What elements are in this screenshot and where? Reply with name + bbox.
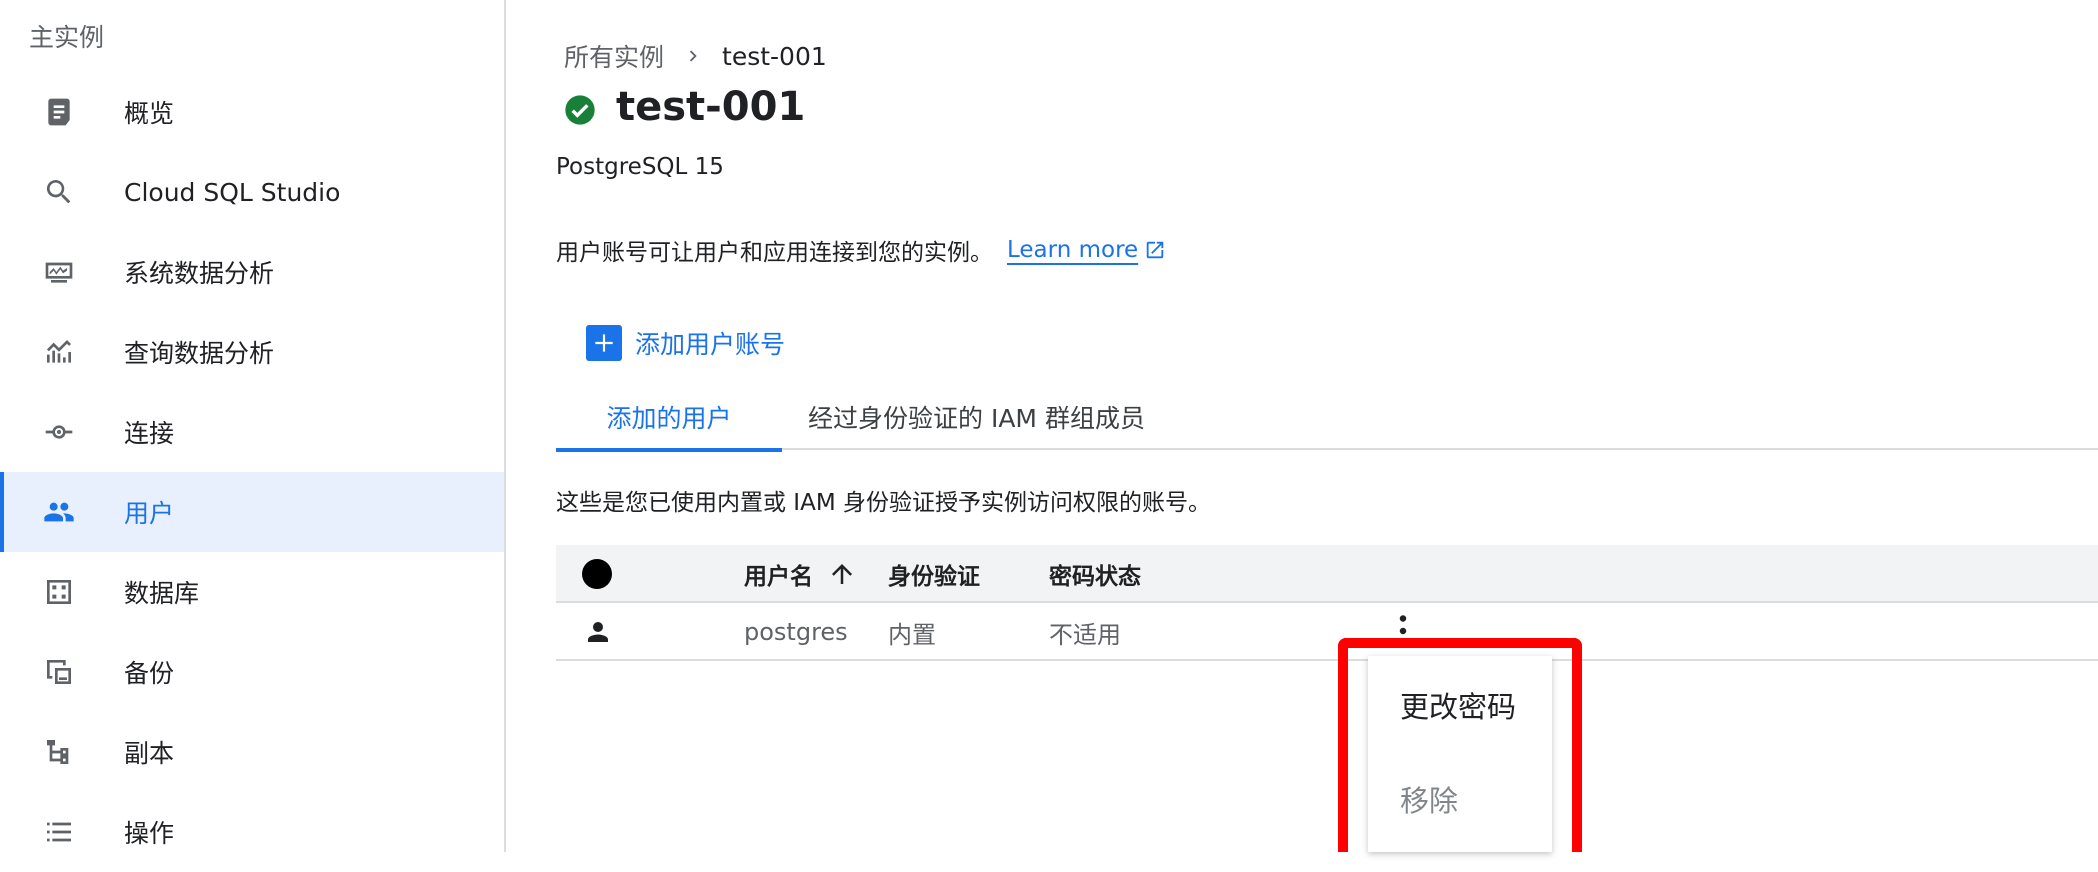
person-icon: [583, 603, 613, 661]
column-header-password-status[interactable]: 密码状态: [1049, 545, 1141, 603]
check-circle-icon: [564, 94, 596, 126]
column-header-auth[interactable]: 身份验证: [888, 545, 980, 603]
connections-icon: [43, 416, 75, 448]
breadcrumb-current: test-001: [722, 42, 827, 71]
menu-item-change-password[interactable]: 更改密码: [1400, 684, 1516, 726]
sidebar-item-label: 概览: [124, 94, 174, 130]
database-version: PostgreSQL 15: [556, 154, 724, 180]
page-title: test-001: [616, 84, 805, 130]
sidebar-item-replicas[interactable]: 副本: [0, 712, 504, 792]
more-vert-icon: [1388, 611, 1418, 651]
sidebar-item-label: 副本: [124, 734, 174, 770]
breadcrumb: 所有实例 test-001: [564, 38, 827, 74]
backups-icon: [43, 656, 75, 688]
sidebar-item-connections[interactable]: 连接: [0, 392, 504, 472]
sidebar-header: 主实例: [29, 18, 104, 54]
sidebar: 主实例 概览 Cloud SQL Studio 系统数据分析 查询数据分析 连接: [0, 0, 506, 852]
sidebar-item-overview[interactable]: 概览: [0, 72, 504, 152]
sidebar-item-system-insights[interactable]: 系统数据分析: [0, 232, 504, 312]
table-header: 用户名 身份验证 密码状态: [556, 545, 2098, 603]
chevron-right-icon: [682, 45, 704, 67]
sidebar-item-label: 数据库: [124, 574, 199, 610]
replicas-icon: [43, 736, 75, 768]
sidebar-item-label: 系统数据分析: [124, 254, 274, 290]
title-row: test-001: [564, 84, 805, 130]
select-indicator: [582, 559, 612, 589]
add-user-account-label: 添加用户账号: [635, 325, 785, 361]
more-actions-button[interactable]: [1388, 611, 1418, 651]
learn-more-link[interactable]: Learn more: [1007, 237, 1166, 263]
arrow-up-icon: [827, 559, 857, 589]
sidebar-item-label: 连接: [124, 414, 174, 450]
column-header-label: 用户名: [744, 557, 813, 591]
intro-text: 用户账号可让用户和应用连接到您的实例。 Learn more: [556, 233, 1166, 267]
overview-icon: [43, 96, 75, 128]
sidebar-item-cloud-sql-studio[interactable]: Cloud SQL Studio: [0, 152, 504, 232]
row-actions-menu: 更改密码 移除: [1368, 656, 1552, 852]
tab-added-users[interactable]: 添加的用户: [556, 384, 782, 450]
sidebar-item-backups[interactable]: 备份: [0, 632, 504, 712]
learn-more-label: Learn more: [1007, 237, 1138, 263]
sidebar-item-label: 用户: [124, 494, 174, 530]
sidebar-item-users[interactable]: 用户: [0, 472, 504, 552]
sidebar-item-label: 操作: [124, 814, 174, 850]
sidebar-item-databases[interactable]: 数据库: [0, 552, 504, 632]
operations-icon: [43, 816, 75, 848]
table-description: 这些是您已使用内置或 IAM 身份验证授予实例访问权限的账号。: [556, 483, 1211, 517]
sidebar-item-label: 查询数据分析: [124, 334, 274, 370]
users-icon: [43, 496, 75, 528]
sidebar-item-operations[interactable]: 操作: [0, 792, 504, 872]
sidebar-item-query-insights[interactable]: 查询数据分析: [0, 312, 504, 392]
cell-auth: 内置: [888, 603, 936, 661]
system-insights-icon: [43, 256, 75, 288]
databases-icon: [43, 576, 75, 608]
select-all-checkbox[interactable]: [582, 545, 612, 603]
query-insights-icon: [43, 336, 75, 368]
cell-password-status: 不适用: [1049, 603, 1121, 661]
sidebar-item-label: Cloud SQL Studio: [124, 178, 340, 207]
breadcrumb-all-instances[interactable]: 所有实例: [564, 38, 664, 74]
table-row: postgres 内置 不适用: [556, 603, 2098, 661]
menu-item-remove[interactable]: 移除: [1400, 778, 1458, 820]
tab-iam-group-members[interactable]: 经过身份验证的 IAM 群组成员: [808, 384, 1145, 450]
cell-username: postgres: [744, 603, 848, 661]
search-icon: [43, 176, 75, 208]
intro-description: 用户账号可让用户和应用连接到您的实例。: [556, 233, 993, 267]
external-link-icon: [1144, 239, 1166, 261]
add-icon: [586, 325, 622, 361]
column-header-username[interactable]: 用户名: [744, 545, 857, 603]
main-content: 所有实例 test-001 test-001 PostgreSQL 15 用户账…: [508, 0, 2098, 852]
tabs: 添加的用户 经过身份验证的 IAM 群组成员: [556, 384, 2098, 450]
users-table: 用户名 身份验证 密码状态 postgres 内置 不适用: [556, 545, 2098, 661]
add-user-account-button[interactable]: 添加用户账号: [586, 325, 785, 361]
sidebar-item-label: 备份: [124, 654, 174, 690]
